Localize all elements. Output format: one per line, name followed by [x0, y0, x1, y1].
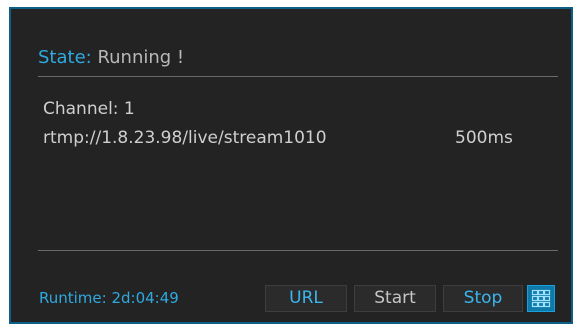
url-button[interactable]: URL	[265, 285, 347, 312]
grid-view-button[interactable]	[527, 285, 555, 312]
grid-icon	[531, 289, 551, 308]
top-divider	[38, 76, 558, 77]
state-label: State:	[38, 47, 92, 68]
start-button[interactable]: Start	[354, 285, 436, 312]
stream-url: rtmp://1.8.23.98/live/stream1010	[43, 128, 327, 148]
state-row: State: Running !	[38, 47, 184, 68]
stream-status-panel: State: Running ! Channel: 1 rtmp://1.8.2…	[9, 7, 573, 324]
state-value: Running !	[97, 47, 185, 68]
channel-label: Channel: 1	[43, 99, 135, 119]
stop-button[interactable]: Stop	[443, 285, 523, 312]
stream-latency: 500ms	[455, 128, 513, 148]
bottom-divider	[38, 250, 558, 251]
runtime-label: Runtime: 2d:04:49	[39, 289, 179, 307]
